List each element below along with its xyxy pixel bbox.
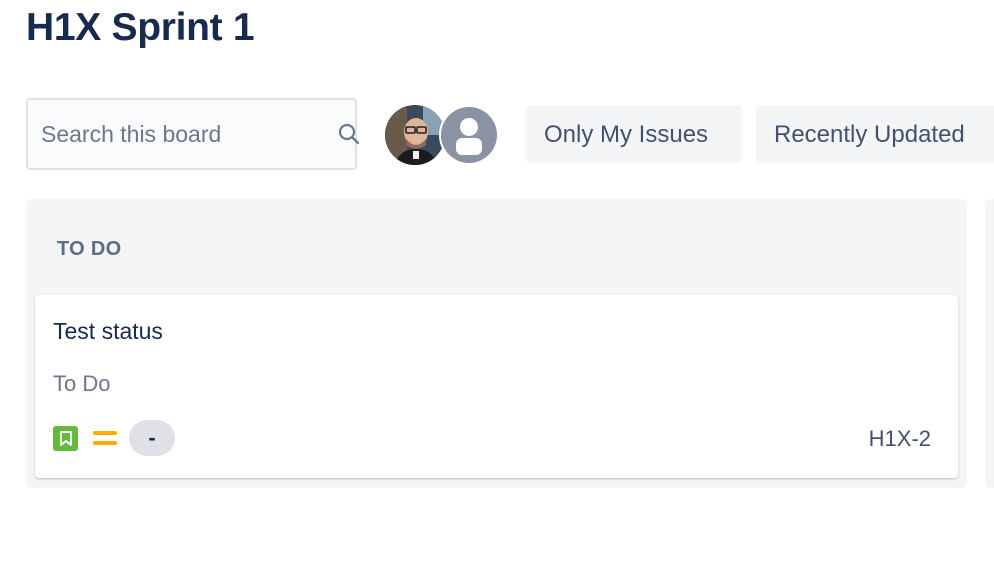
page-title: H1X Sprint 1 bbox=[26, 6, 255, 49]
search-input[interactable] bbox=[28, 100, 337, 168]
search-box[interactable] bbox=[26, 98, 360, 170]
board-column-todo: TO DO Test status To Do - H1X-2 bbox=[26, 199, 967, 488]
only-my-issues-button[interactable]: Only My Issues bbox=[526, 106, 742, 163]
card-status: To Do bbox=[53, 371, 111, 396]
card-footer: - bbox=[53, 420, 175, 456]
search-icon[interactable] bbox=[337, 121, 361, 147]
user-avatar-default[interactable] bbox=[439, 105, 499, 165]
card-summary: Test status bbox=[53, 318, 163, 344]
story-icon bbox=[53, 425, 78, 451]
issue-card[interactable]: Test status To Do - H1X-2 bbox=[35, 295, 958, 478]
medium-priority-icon bbox=[93, 429, 117, 447]
column-header: TO DO bbox=[57, 238, 122, 260]
estimate-badge: - bbox=[129, 420, 175, 456]
board-column-next bbox=[985, 199, 994, 488]
user-avatar-photo[interactable] bbox=[385, 105, 445, 165]
issue-key[interactable]: H1X-2 bbox=[869, 426, 931, 452]
sprint-board-page: H1X Sprint 1 Only My Issu bbox=[0, 0, 994, 568]
recently-updated-button[interactable]: Recently Updated bbox=[756, 106, 994, 163]
